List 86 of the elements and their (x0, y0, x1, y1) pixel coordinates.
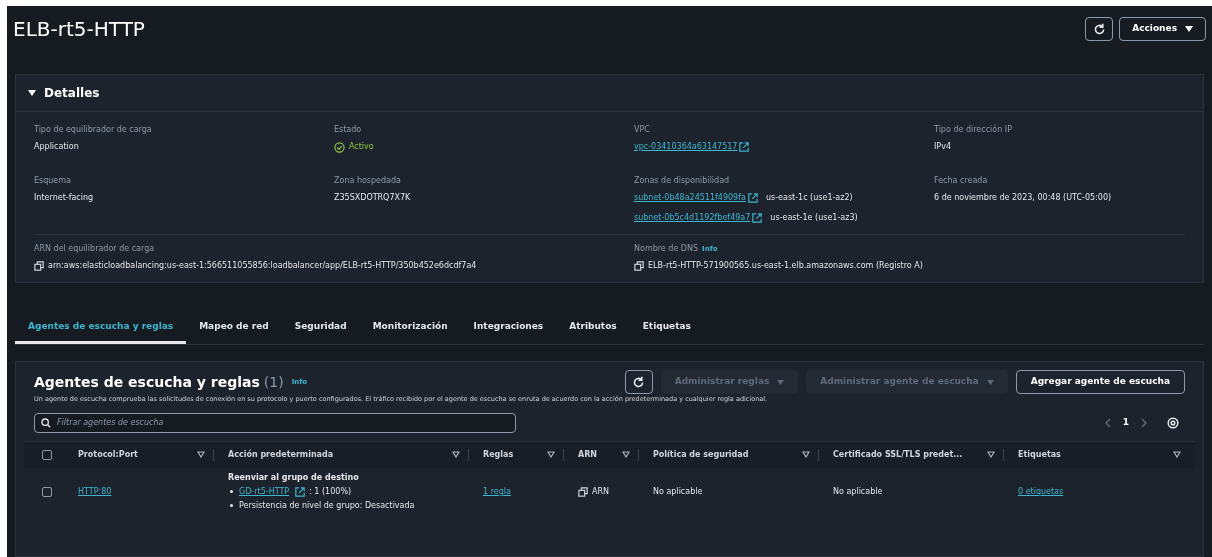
resource-link[interactable]: vpc-03410364a63147517 (634, 141, 738, 153)
column-header[interactable]: ARN (578, 448, 598, 461)
previous-page-icon[interactable] (1104, 417, 1111, 428)
external-link-icon (752, 213, 763, 223)
copy-icon[interactable] (578, 486, 588, 497)
tab[interactable]: Atributos (556, 313, 630, 344)
zone-text: us-east-1e (use1-az3) (770, 212, 858, 224)
refresh-button[interactable] (624, 370, 653, 394)
page-number[interactable]: 1 (1122, 416, 1129, 430)
field-value: Application (34, 141, 80, 153)
field-label: ARN del equilibrador de carga (34, 243, 155, 255)
column-header[interactable]: Etiquetas (1018, 448, 1061, 461)
external-link-icon (747, 193, 758, 203)
checkbox[interactable] (42, 449, 52, 460)
field-label: VPC (634, 124, 651, 136)
tab[interactable]: Monitorización (359, 313, 461, 344)
resource-link[interactable]: subnet-0b48a24511f4909fa (634, 192, 746, 204)
sort-icon[interactable] (197, 451, 205, 459)
external-link-icon (295, 486, 306, 497)
field-value: IPv4 (934, 141, 952, 153)
refresh-icon (632, 375, 646, 389)
tab[interactable]: Agentes de escucha y reglas (15, 313, 187, 344)
count-text: (1) (263, 372, 284, 392)
sort-icon[interactable] (1173, 451, 1181, 459)
sort-icon[interactable] (547, 451, 555, 459)
field-value: Z35SXDOTRQ7X7K (334, 192, 412, 204)
field-label: Tipo de equilibrador de carga (34, 124, 153, 136)
stickiness-text: Persistencia de nivel de grupo: Desactivada (239, 499, 415, 512)
field-label: Zonas de disponibilidad (634, 175, 731, 187)
copy-icon[interactable] (34, 261, 44, 271)
caret-icon (28, 90, 36, 96)
bullet (230, 490, 233, 494)
resource-link[interactable]: subnet-0b5c4d1192fbef49a7 (634, 212, 751, 224)
field-label: Nombre de DNS (634, 243, 699, 255)
sort-icon[interactable] (622, 451, 630, 459)
field-label: Zona hospedada (334, 175, 402, 187)
field-label: Esquema (34, 175, 72, 187)
caret-icon (1185, 26, 1193, 32)
checkbox[interactable] (42, 486, 52, 497)
copy-icon[interactable] (634, 261, 644, 271)
tab[interactable]: Seguridad (281, 313, 360, 344)
refresh-icon (1092, 22, 1106, 36)
actions-button[interactable]: Acciones (1119, 17, 1206, 41)
section-title: Agentes de escucha y reglas (34, 372, 260, 392)
protocol-link[interactable]: HTTP:80 (78, 486, 112, 496)
zone-text: us-east-1c (use1-az2) (765, 192, 853, 204)
refresh-button[interactable] (1085, 17, 1114, 41)
search-icon (41, 417, 51, 428)
tab[interactable]: Etiquetas (629, 313, 704, 344)
next-page-icon[interactable] (1141, 417, 1147, 428)
certificate-cell: No aplicable (833, 486, 883, 496)
field-value: 6 de noviembre de 2023, 00:48 (UTC-05:00) (934, 192, 1113, 204)
field-label: Tipo de dirección IP (934, 124, 1013, 136)
column-header[interactable]: Acción predeterminada (228, 448, 334, 461)
caret-icon (986, 379, 994, 385)
field-label: Estado (334, 124, 363, 136)
sort-icon[interactable] (452, 451, 460, 459)
policy-cell: No aplicable (653, 486, 703, 496)
field-label: Fecha creada (934, 175, 989, 187)
tags-link[interactable]: 0 etiquetas (1018, 486, 1064, 496)
check-circle-icon (334, 141, 345, 153)
add-button[interactable]: Agregar agente de escucha (1015, 370, 1185, 394)
settings-icon[interactable] (1167, 416, 1179, 429)
column-header[interactable]: Certificado SSL/TLS predet... (833, 448, 963, 461)
rules-link[interactable]: 1 regla (483, 486, 511, 496)
weight-text: : 1 (100%) (309, 485, 352, 498)
field-value: ELB-rt5-HTTP-571900565.us-east-1.elb.amazonaws.com (Registro A) (648, 260, 923, 272)
field-value: Internet-facing (34, 192, 95, 204)
sort-icon[interactable] (802, 451, 810, 459)
sort-icon[interactable] (987, 451, 995, 459)
bullet (230, 504, 233, 508)
external-link-icon (739, 142, 750, 152)
page-title: ELB-rt5-HTTP (13, 16, 145, 43)
caret-icon (777, 379, 785, 385)
status-text: Activo (349, 141, 374, 153)
arn-text[interactable]: ARN (592, 485, 609, 498)
tab[interactable]: Mapeo de red (186, 313, 282, 344)
target-group-link[interactable]: GD-rt5-HTTP (239, 485, 290, 498)
action-title: Reenviar al grupo de destino (228, 471, 360, 484)
details-toggle[interactable]: Detalles (16, 75, 112, 111)
column-header[interactable]: Protocol:Port (78, 448, 138, 461)
tab[interactable]: Integraciones (460, 313, 557, 344)
search-field[interactable]: Filtrar agentes de escucha (34, 412, 516, 433)
column-header[interactable]: Política de seguridad (653, 448, 749, 461)
field-value: arn:aws:elasticloadbalancing:us-east-1:566511055856:loadbalancer/app/ELB-rt5-HTTP/350b452e6dcdf7a4 (48, 260, 477, 272)
column-header[interactable]: Reglas (483, 448, 514, 461)
